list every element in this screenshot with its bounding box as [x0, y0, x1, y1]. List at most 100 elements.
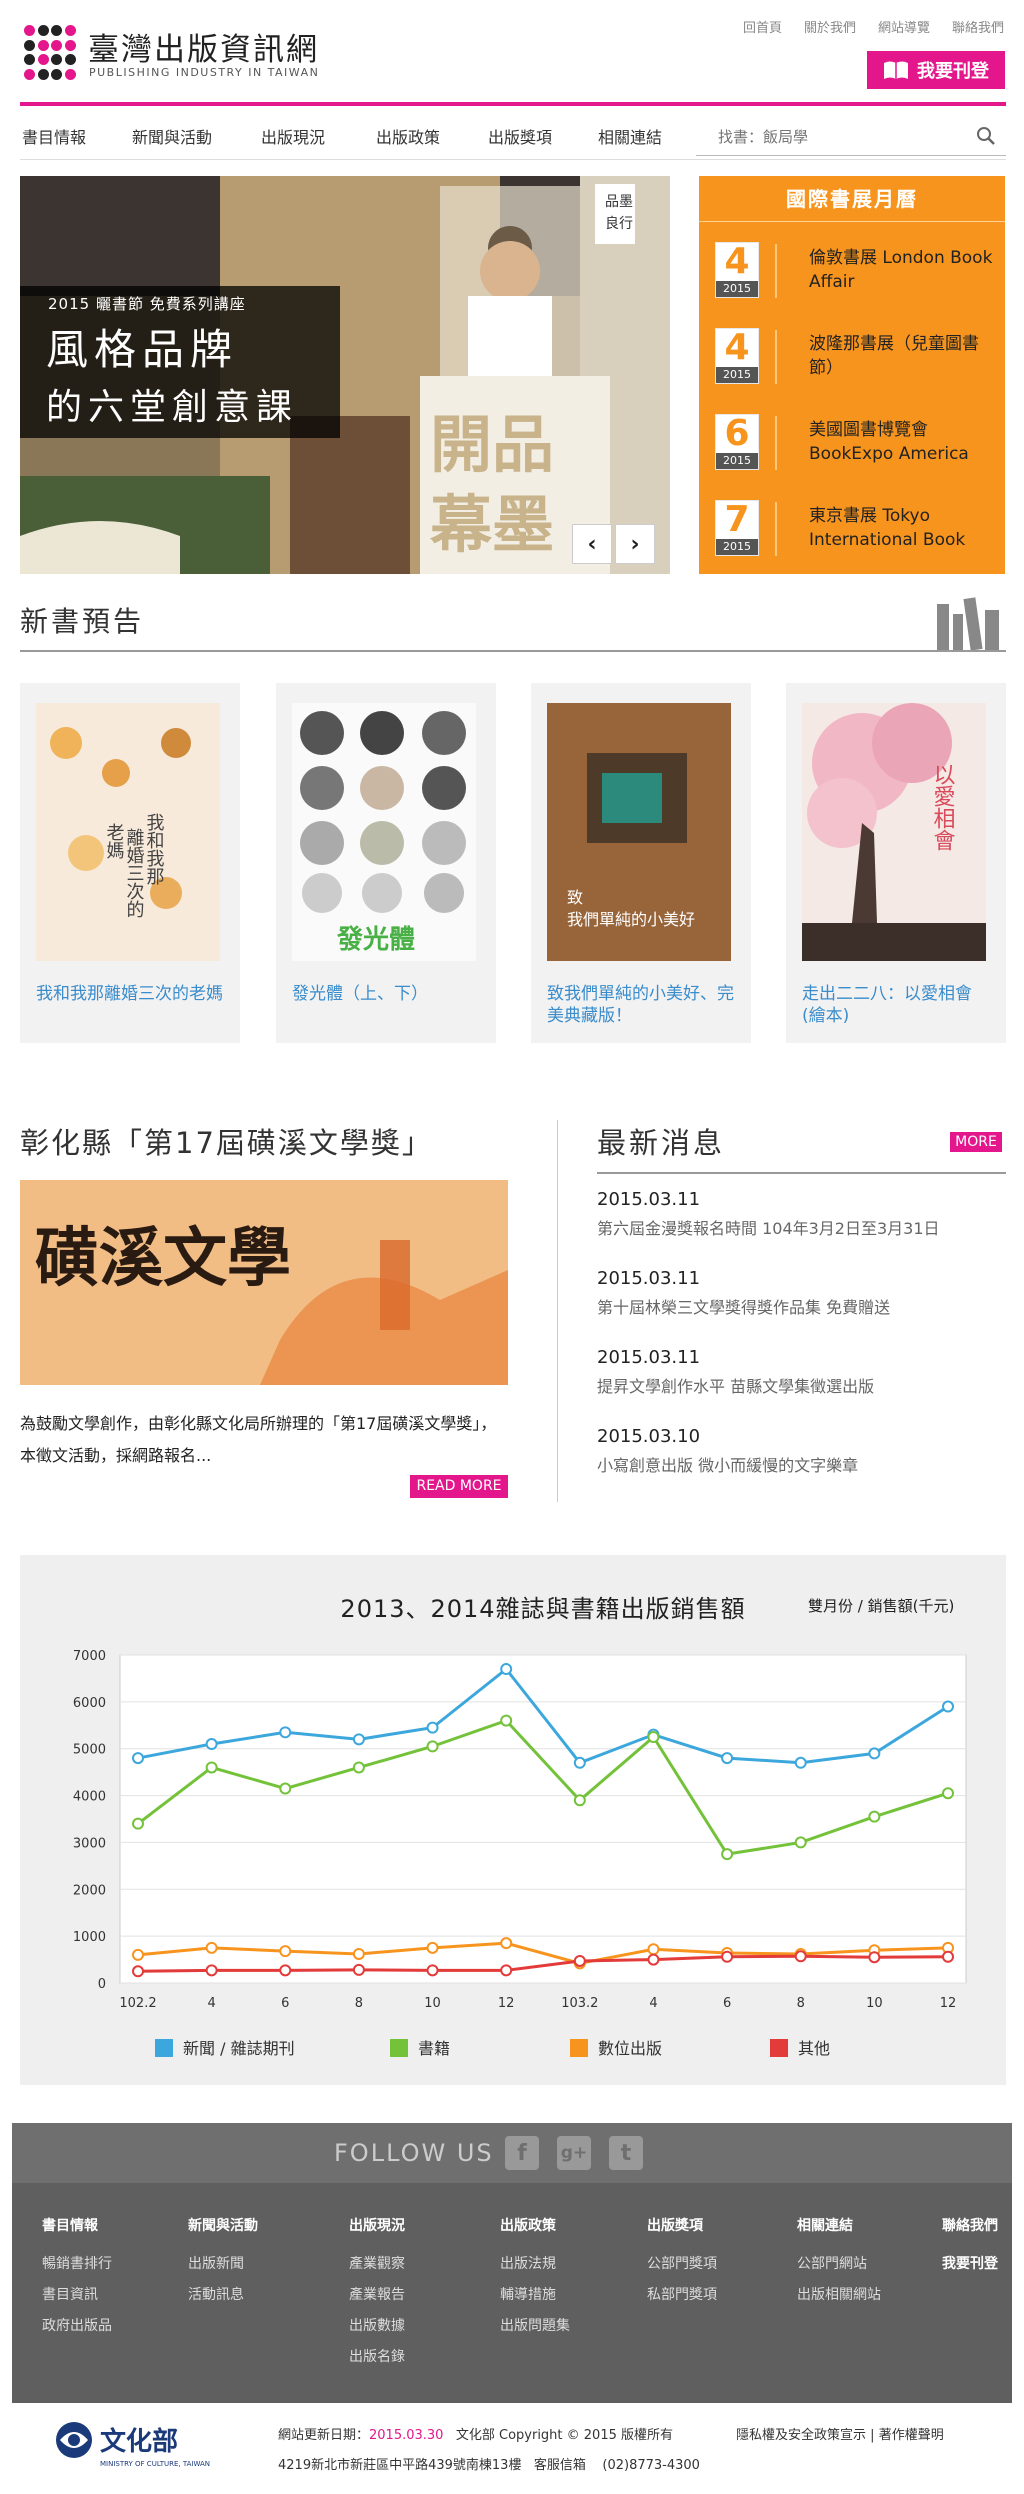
site-title[interactable]: 臺灣出版資訊網	[88, 24, 319, 69]
subscribe-button[interactable]: 我要刊登	[867, 51, 1005, 89]
book-card[interactable]: 發光體 發光體（上、下）	[276, 683, 496, 1043]
x-tick-label: 4	[207, 1996, 215, 2011]
data-point	[500, 1663, 513, 1676]
main-nav: 書目情報 新聞與活動 出版現況 出版政策 出版獎項 相關連結	[20, 120, 1006, 160]
read-more-button[interactable]: READ MORE	[410, 1475, 508, 1498]
x-tick-label: 8	[797, 1996, 805, 2011]
footer-link[interactable]: 政府出版品	[42, 2311, 112, 2342]
book-title-link[interactable]: 走出二二八：以愛相會(繪本)	[802, 983, 992, 1027]
news-link[interactable]: 提昇文學創作水平 苗縣文學集徵選出版	[597, 1374, 1007, 1400]
award-banner[interactable]: 磺溪文學	[20, 1180, 508, 1385]
book-cover[interactable]: 以愛相會	[802, 703, 986, 961]
footer-link[interactable]: 公部門網站	[797, 2249, 881, 2280]
footer-heading[interactable]: 聯絡我們	[942, 2215, 998, 2235]
footer-heading[interactable]: 書目情報	[42, 2215, 112, 2235]
data-point	[205, 1738, 218, 1751]
data-point	[132, 1817, 144, 1830]
award-title[interactable]: 彰化縣「第17屆磺溪文學獎」	[20, 1120, 433, 1162]
book-fair-date: 7 2015	[715, 500, 759, 556]
news-link[interactable]: 第十屆林榮三文學獎得獎作品集 免費贈送	[597, 1295, 1007, 1321]
book-fair-name[interactable]: 東京書展 Tokyo International Book	[809, 504, 997, 552]
y-tick-label: 5000	[73, 1743, 106, 1758]
news-item[interactable]: 2015.03.11 第十屆林榮三文學獎得獎作品集 免費贈送	[597, 1267, 1007, 1321]
footer-heading[interactable]: 出版獎項	[647, 2215, 717, 2235]
news-title: 最新消息	[597, 1126, 726, 1160]
x-tick-label: 12	[498, 1996, 515, 2011]
footer-heading[interactable]: 出版現況	[349, 2215, 405, 2235]
footer-heading[interactable]: 出版政策	[500, 2215, 570, 2235]
news-date: 2015.03.11	[597, 1268, 701, 1289]
footer-link[interactable]: 輔導措施	[500, 2280, 570, 2311]
footer-link[interactable]: 公部門獎項	[647, 2249, 717, 2280]
svg-text:我們單純的小美好: 我們單純的小美好	[567, 910, 695, 929]
footer-link[interactable]: 出版數據	[349, 2311, 405, 2342]
footer-heading[interactable]: 新聞與活動	[188, 2215, 258, 2235]
footer: FOLLOW US f g+ t 書目情報 暢銷書排行 書目資訊 政府出版品 新聞與活動…	[12, 2123, 1012, 2403]
news-link[interactable]: 第六屆金漫獎報名時間 104年3月2日至3月31日	[597, 1216, 1007, 1242]
footer-link[interactable]: 書目資訊	[42, 2280, 112, 2311]
search-icon[interactable]	[976, 126, 996, 146]
toplink-contact[interactable]: 聯絡我們	[952, 17, 1004, 36]
nav-item-status[interactable]: 出版現況	[261, 124, 325, 148]
book-card[interactable]: 我和我那 離婚三次的 老媽 我和我那離婚三次的老媽	[20, 683, 240, 1043]
footer-link[interactable]: 出版新聞	[188, 2249, 258, 2280]
footer-link[interactable]: 出版名錄	[349, 2342, 405, 2373]
book-title-link[interactable]: 發光體（上、下）	[292, 983, 482, 1005]
book-fair-name[interactable]: 美國圖書博覽會 BookExpo America	[809, 418, 997, 466]
nav-item-awards[interactable]: 出版獎項	[488, 124, 552, 148]
y-tick-label: 0	[98, 1977, 106, 1992]
logo-dot	[24, 39, 35, 51]
footer-link[interactable]: 產業觀察	[349, 2249, 405, 2280]
book-fair-item[interactable]: 4 2015 倫敦書展 London Book Affair	[699, 226, 1005, 314]
book-card[interactable]: 以愛相會 走出二二八：以愛相會(繪本)	[786, 683, 1006, 1043]
book-fair-name[interactable]: 波隆那書展（兒童圖書節）	[809, 332, 997, 380]
data-point	[279, 1945, 292, 1958]
book-fair-item[interactable]: 7 2015 東京書展 Tokyo International Book	[699, 484, 1005, 572]
ministry-logo[interactable]: 文化部 MINISTRY OF CULTURE, TAIWAN	[52, 2418, 232, 2478]
footer-link[interactable]: 產業報告	[349, 2280, 405, 2311]
carousel-next-button[interactable]: ›	[615, 524, 655, 564]
nav-item-news[interactable]: 新聞與活動	[132, 124, 212, 148]
news-item[interactable]: 2015.03.11 提昇文學創作水平 苗縣文學集徵選出版	[597, 1346, 1007, 1400]
nav-item-links[interactable]: 相關連結	[598, 124, 662, 148]
book-title-link[interactable]: 致我們單純的小美好、完美典藏版！	[547, 983, 737, 1027]
hero-carousel[interactable]: 品墨 良行 開品 幕墨 2015 曬書節 免費系列講座 風格品牌 的六堂創意課 …	[20, 176, 670, 574]
footer-link[interactable]: 活動訊息	[188, 2280, 258, 2311]
carousel-prev-button[interactable]: ‹	[572, 524, 612, 564]
ministry-name-en: MINISTRY OF CULTURE, TAIWAN	[100, 2460, 210, 2468]
footer-heading[interactable]: 相關連結	[797, 2215, 881, 2235]
news-link[interactable]: 小寫創意出版 微小而緩慢的文字樂章	[597, 1453, 1007, 1479]
book-title-link[interactable]: 我和我那離婚三次的老媽	[36, 983, 226, 1005]
book-cover[interactable]: 發光體	[292, 703, 476, 961]
svg-text:以愛相會: 以愛相會	[930, 763, 956, 851]
news-item[interactable]: 2015.03.11 第六屆金漫獎報名時間 104年3月2日至3月31日	[597, 1188, 1007, 1242]
footer-link[interactable]: 私部門獎項	[647, 2280, 717, 2311]
privacy-link[interactable]: 隱私權及安全政策宣示	[736, 2428, 866, 2443]
search-input[interactable]	[696, 120, 956, 154]
footer-link[interactable]: 暢銷書排行	[42, 2249, 112, 2280]
book-fair-item[interactable]: 6 2015 美國圖書博覽會 BookExpo America	[699, 398, 1005, 486]
search-box	[696, 120, 1006, 156]
toplink-about[interactable]: 關於我們	[804, 17, 856, 36]
book-cover[interactable]: 我和我那 離婚三次的 老媽	[36, 703, 220, 961]
nav-item-bibliography[interactable]: 書目情報	[22, 124, 86, 148]
facebook-icon[interactable]: f	[505, 2136, 539, 2170]
footer-link[interactable]: 我要刊登	[942, 2249, 998, 2280]
footer-link[interactable]: 出版問題集	[500, 2311, 570, 2342]
book-cover[interactable]: 致我們單純的小美好	[547, 703, 731, 961]
twitter-icon[interactable]: t	[609, 2136, 643, 2170]
award-description: 為鼓勵文學創作，由彰化縣文化局所辦理的「第17屆磺溪文學獎」，本徵文活動，採網路…	[20, 1414, 497, 1465]
toplink-sitemap[interactable]: 網站導覽	[878, 17, 930, 36]
footer-link[interactable]: 出版法規	[500, 2249, 570, 2280]
footer-link[interactable]: 出版相關網站	[797, 2280, 881, 2311]
site-logo-icon[interactable]	[24, 25, 76, 81]
book-fair-item[interactable]: 4 2015 波隆那書展（兒童圖書節）	[699, 312, 1005, 400]
news-more-button[interactable]: MORE	[950, 1132, 1002, 1152]
google-plus-icon[interactable]: g+	[557, 2136, 591, 2170]
news-item[interactable]: 2015.03.10 小寫創意出版 微小而緩慢的文字樂章	[597, 1425, 1007, 1479]
copyright-notice-link[interactable]: 著作權聲明	[879, 2428, 944, 2443]
toplink-home[interactable]: 回首頁	[743, 17, 782, 36]
book-fair-name[interactable]: 倫敦書展 London Book Affair	[809, 246, 997, 294]
nav-item-policy[interactable]: 出版政策	[376, 124, 440, 148]
book-card[interactable]: 致我們單純的小美好 致我們單純的小美好、完美典藏版！	[531, 683, 751, 1043]
